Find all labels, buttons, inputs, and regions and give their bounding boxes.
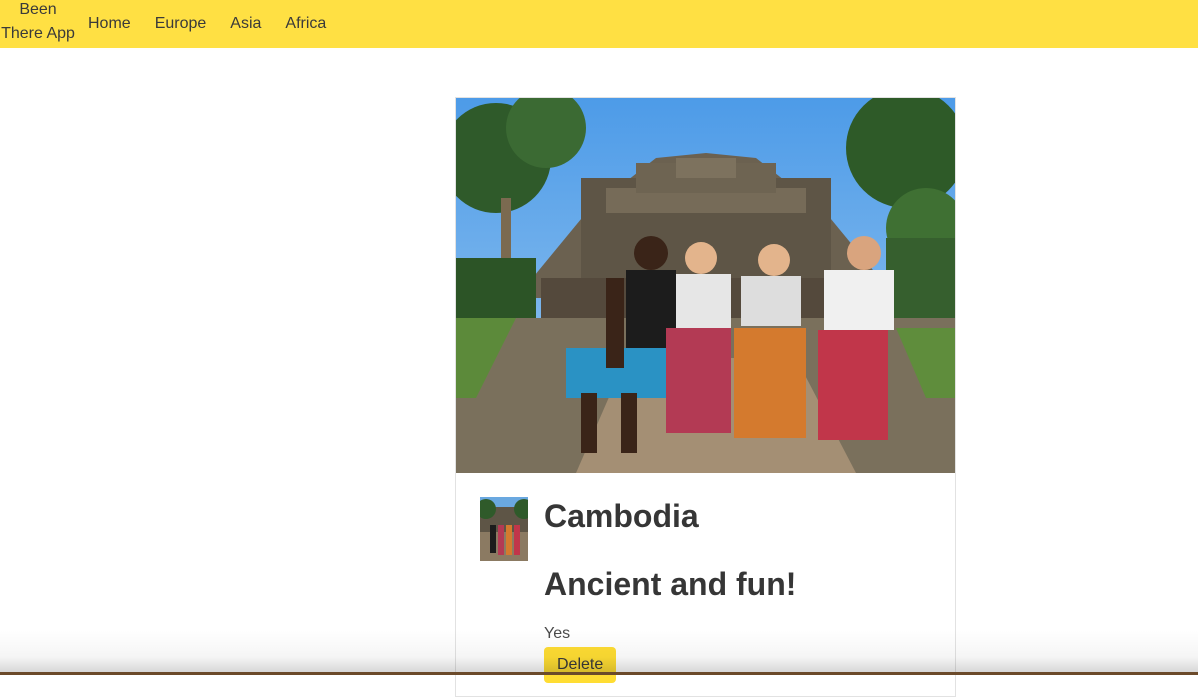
navbar: Been There App Home Europe Asia Africa bbox=[0, 0, 1198, 48]
thumbnail-image bbox=[480, 497, 528, 561]
delete-button[interactable]: Delete bbox=[544, 647, 617, 683]
visited-status: Yes bbox=[544, 625, 571, 642]
destination-title: Cambodia bbox=[544, 498, 699, 534]
nav-asia[interactable]: Asia bbox=[218, 0, 273, 48]
destination-description: Ancient and fun! bbox=[544, 566, 797, 602]
hero-photo bbox=[456, 98, 955, 473]
brand-logo[interactable]: Been There App bbox=[0, 0, 76, 46]
nav-europe[interactable]: Europe bbox=[143, 0, 219, 48]
nav-africa[interactable]: Africa bbox=[273, 0, 338, 48]
destination-card: Cambodia Ancient and fun! Yes Delete bbox=[455, 97, 956, 697]
card-content: Cambodia Ancient and fun! Yes Delete bbox=[544, 496, 934, 683]
nav-home[interactable]: Home bbox=[76, 0, 143, 48]
